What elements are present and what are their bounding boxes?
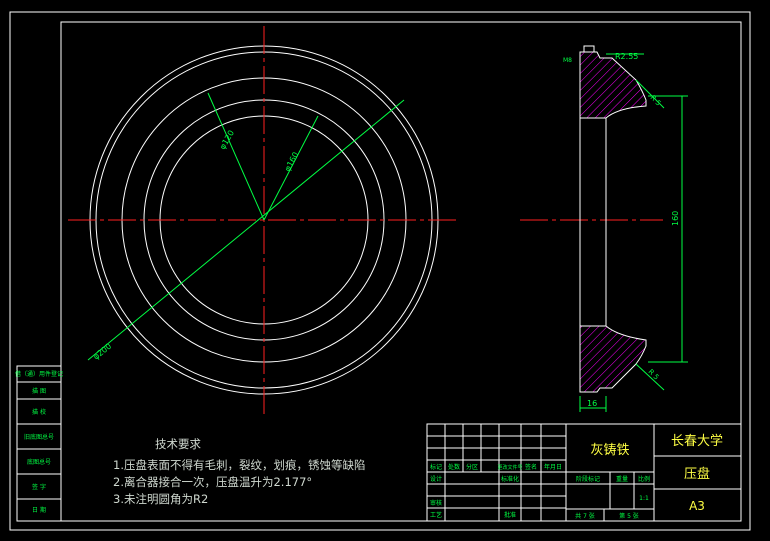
tb-row-header-4: 签名 — [525, 463, 537, 471]
strip-label-0: 借（通）用件登记 — [15, 370, 63, 378]
tb-design: 设计 — [430, 475, 442, 483]
title-block: 标记 处数 分区 更改文件号 签名 年月日 设计 标准化 审核 工艺 批准 灰铸… — [426, 423, 742, 522]
strip-label-1: 描 图 — [32, 387, 46, 395]
tb-weight-label: 重量 — [616, 475, 628, 483]
tb-sheet-size: A3 — [689, 499, 705, 513]
dim-thickness-text: 16 — [587, 399, 597, 408]
tb-row-header-3: 更改文件号 — [497, 464, 522, 471]
dim-inner-text: φ160 — [283, 151, 301, 173]
dim-top-label-text: M8 — [563, 57, 572, 64]
tb-approve: 批准 — [504, 511, 516, 519]
section-bottom-hatched — [579, 325, 647, 393]
top-notch — [583, 45, 595, 53]
tb-craft: 工艺 — [430, 511, 442, 519]
tb-part-name: 压盘 — [684, 466, 710, 482]
dim-line-mid — [207, 92, 265, 221]
tb-row-header-2: 分区 — [466, 463, 478, 471]
tb-scale-value: 1:1 — [639, 495, 649, 502]
tb-review: 审核 — [430, 499, 442, 507]
strip-label-4: 底图总号 — [27, 458, 51, 466]
tech-requirements: 技术要求 1.压盘表面不得有毛刺，裂纹，划痕，锈蚀等缺陷 2.离合器接合一次，压… — [113, 436, 365, 508]
tb-row-header-5: 年月日 — [544, 463, 562, 471]
tb-standardize: 标准化 — [501, 475, 519, 483]
tb-row-header-0: 标记 — [430, 463, 442, 471]
left-strip: 借（通）用件登记 描 图 描 校 旧底图总号 底图总号 签 字 日 期 — [15, 365, 63, 522]
tb-sheet-num: 第 5 张 — [619, 512, 639, 520]
tb-sheets-total: 共 7 张 — [575, 512, 595, 520]
tb-school: 长春大学 — [671, 433, 723, 449]
dim-outer-text: φ200 — [92, 342, 114, 362]
tb-material: 灰铸铁 — [590, 442, 629, 458]
section-top-hatched — [579, 51, 647, 119]
dim-line-outer — [87, 99, 405, 361]
dim-height-text: 160 — [671, 211, 680, 226]
strip-label-6: 日 期 — [32, 506, 46, 514]
strip-label-3: 旧底图总号 — [24, 433, 54, 441]
tech-item-3: 3.未注明圆角为R2 — [113, 492, 209, 506]
front-view: φ200 φ120 φ160 — [68, 26, 458, 414]
strip-label-5: 签 字 — [32, 483, 46, 491]
tech-item-2: 2.离合器接合一次，压盘温升为2.177° — [113, 475, 313, 489]
tb-stage-label: 阶段标记 — [576, 475, 600, 483]
dim-top-radius-text: R2.55 — [615, 52, 638, 61]
strip-label-2: 描 校 — [32, 408, 46, 416]
tb-row-header-1: 处数 — [448, 463, 460, 471]
tb-scale-label: 比例 — [638, 475, 650, 483]
section-view: 160 R2.55 M8 R 5 R 5 16 — [520, 45, 688, 412]
dim-r5-bottom-text: R 5 — [647, 368, 661, 382]
tech-title: 技术要求 — [155, 437, 201, 451]
tech-item-1: 1.压盘表面不得有毛刺，裂纹，划痕，锈蚀等缺陷 — [113, 458, 366, 472]
dim-mid-text: φ120 — [218, 129, 236, 151]
